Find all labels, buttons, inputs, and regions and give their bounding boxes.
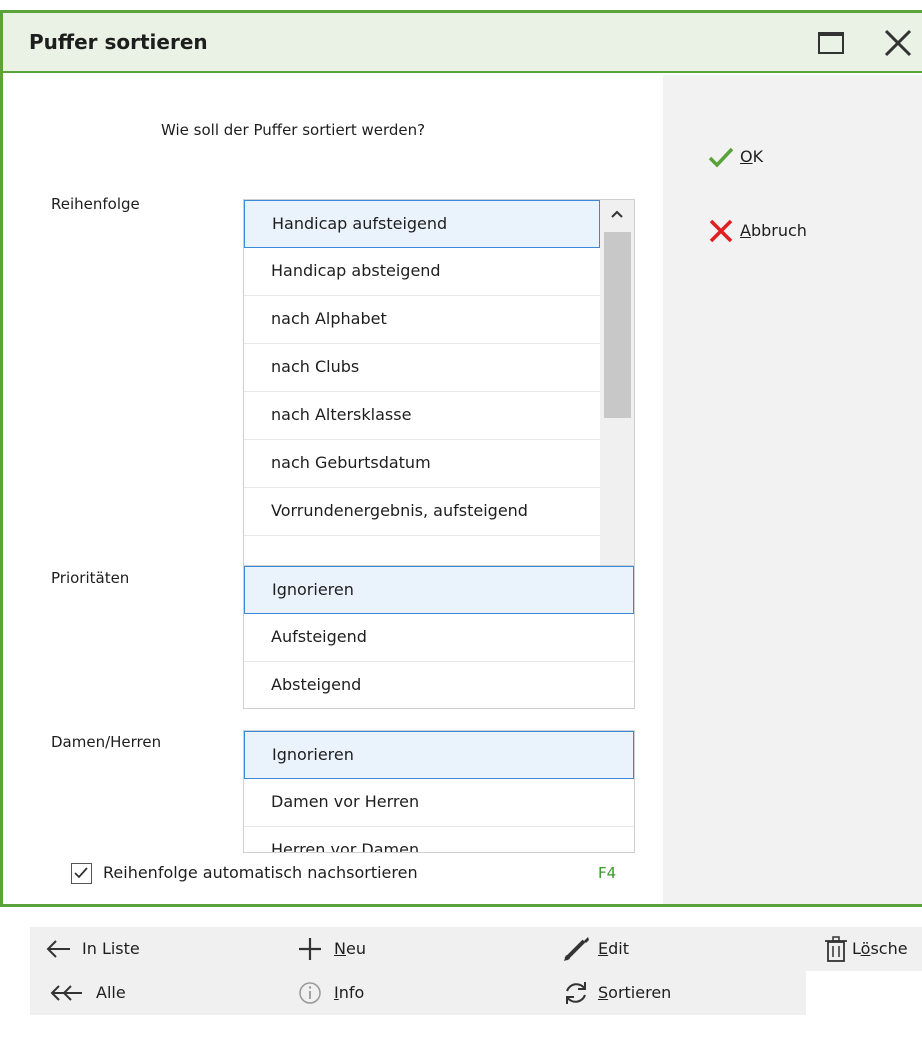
dialog-content: Wie soll der Puffer sortiert werden? Rei… [3,75,663,904]
question-text: Wie soll der Puffer sortiert werden? [161,121,426,139]
info-label: Info [334,983,365,1002]
check-icon [708,147,734,168]
checkmark-icon [74,867,88,879]
sort-label: Sortieren [598,983,672,1002]
arrow-left-icon [46,940,70,958]
pencil-icon [564,937,589,961]
gender-option[interactable]: Ignorieren [244,731,634,779]
close-icon [884,29,912,57]
edit-button[interactable]: Edit [546,927,806,971]
info-icon [299,982,321,1004]
maximize-button[interactable] [815,27,849,59]
order-option[interactable]: Handicap aufsteigend [244,200,600,248]
order-option[interactable]: Handicap absteigend [244,248,600,296]
shortcut-hint: F4 [598,864,617,882]
double-arrow-left-icon [50,985,82,1001]
gender-listbox[interactable]: Ignorieren Damen vor Herren Herren vor D… [243,730,635,853]
edit-label: Edit [598,939,629,958]
priorities-listbox[interactable]: Ignorieren Aufsteigend Absteigend [243,565,635,709]
scroll-thumb[interactable] [604,232,631,418]
chevron-up-icon [611,210,623,218]
new-button[interactable]: Neu [280,927,546,971]
cancel-label: Abbruch [740,221,807,240]
scroll-up-button[interactable] [600,200,634,230]
order-option[interactable]: Vorrundenergebnis, aufsteigend [244,488,600,536]
auto-sort-row[interactable]: Reihenfolge automatisch nachsortieren F4 [71,861,631,887]
gender-option[interactable]: Damen vor Herren [244,779,634,827]
refresh-icon [566,982,586,1004]
dialog-titlebar: Puffer sortieren [3,13,922,73]
gender-option[interactable]: Herren vor Damen [244,827,634,852]
priorities-label: Prioritäten [51,569,130,587]
auto-sort-label: Reihenfolge automatisch nachsortieren [103,863,418,882]
close-button[interactable] [881,27,915,59]
gender-label: Damen/Herren [51,733,162,751]
action-panel: OK Abbruch [663,75,922,904]
all-label: Alle [96,983,126,1002]
in-liste-label: In Liste [82,939,140,958]
order-label: Reihenfolge [51,195,140,213]
order-option[interactable]: nach Clubs [244,344,600,392]
order-listbox[interactable]: Handicap aufsteigend Handicap absteigend… [243,199,635,591]
in-liste-button[interactable]: In Liste [30,927,280,971]
ok-label: OK [740,147,764,166]
dialog-title: Puffer sortieren [29,30,208,54]
sort-buffer-dialog: Puffer sortieren Wie soll der Puffer sor… [0,10,922,907]
order-scrollbar[interactable] [600,200,634,590]
trash-icon [825,936,847,962]
plus-icon [299,938,321,960]
priority-option[interactable]: Ignorieren [244,566,634,614]
auto-sort-checkbox[interactable] [71,863,92,884]
order-option[interactable]: nach Altersklasse [244,392,600,440]
info-button[interactable]: Info [280,971,546,1015]
order-option[interactable]: nach Geburtsdatum [244,440,600,488]
cross-icon [709,219,733,243]
delete-button[interactable]: Lösche [806,927,922,971]
priority-option[interactable]: Aufsteigend [244,614,634,662]
priority-option[interactable]: Absteigend [244,662,634,708]
new-label: Neu [334,939,366,958]
bottom-toolbar: In Liste Neu Edit Lösche Alle Info Sorti… [0,927,922,1015]
maximize-icon [818,32,844,54]
all-button[interactable]: Alle [30,971,280,1015]
delete-label: Lösche [852,939,908,958]
order-option[interactable]: nach Alphabet [244,296,600,344]
sort-button[interactable]: Sortieren [546,971,806,1015]
